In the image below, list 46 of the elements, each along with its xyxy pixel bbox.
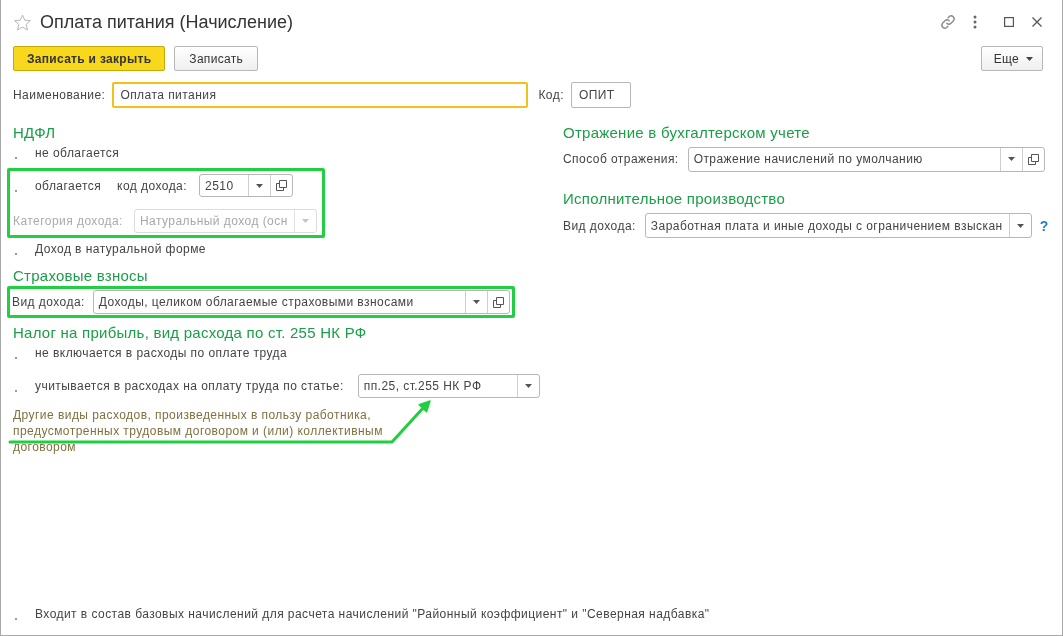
field-label: Наименование:	[13, 88, 106, 102]
option-label: не включается в расходы по оплате труда	[35, 346, 288, 360]
dropdown-field[interactable]: пп.25, ст.255 НК РФ	[357, 374, 540, 398]
field-label: Вид дохода:	[563, 218, 636, 233]
field-label: Способ отражения:	[563, 152, 679, 166]
input-field[interactable]: Оплата питания	[112, 82, 529, 108]
section-heading: Исполнительное производство	[563, 189, 786, 209]
field-label: Вид дохода:	[12, 295, 85, 309]
dropdown-field[interactable]: Доходы, целиком облагаемые страховыми взносами	[92, 290, 510, 314]
star-icon[interactable]	[14, 13, 31, 31]
caret-icon	[473, 300, 480, 304]
field-label: Код:	[538, 88, 564, 102]
overlap-squares-icon	[1028, 153, 1039, 165]
note-text: Другие виды расходов, произведенных в пользу работника, предусмотренных трудовым договором и (или) коллективным договором	[13, 407, 384, 455]
option-label: учитывается в расходах на оплату труда по статье:	[35, 379, 344, 393]
caret-icon	[256, 183, 264, 188]
field-label: код дохода:	[117, 178, 188, 193]
section-heading: Отражение в бухгалтерском учете	[563, 123, 811, 143]
dropdown-field[interactable]: 2510	[199, 174, 294, 197]
caret-icon	[524, 384, 532, 388]
help-link[interactable]: ?	[1039, 217, 1049, 234]
input-field[interactable]: ОПИТ	[570, 82, 631, 108]
field-label: Категория дохода:	[13, 214, 123, 228]
caret-icon	[1026, 56, 1033, 61]
save-button[interactable]: Записать	[174, 46, 258, 71]
overlap-squares-icon	[276, 180, 288, 191]
more-icon[interactable]	[973, 15, 977, 29]
caret-icon	[1008, 157, 1015, 161]
caret-icon	[301, 219, 309, 223]
save-and-close-button[interactable]: Записать и закрыть	[13, 46, 166, 71]
option-label: облагается	[35, 178, 102, 193]
section-heading: Налог на прибыль, вид расхода по ст. 255 НК РФ	[13, 323, 368, 343]
overlap-squares-icon	[493, 296, 504, 308]
section-heading: Страховые взносы	[13, 266, 149, 286]
checkbox-label: Доход в натуральной форме	[35, 242, 206, 256]
maximize-icon[interactable]	[1004, 17, 1014, 27]
more-button[interactable]: Еще	[980, 46, 1043, 71]
checkbox-label: Входит в состав базовых начислений для расчета начислений "Районный коэффициент" и "Северная надбавка"	[35, 607, 710, 621]
dropdown-field[interactable]: Отражение начислений по умолчанию	[687, 146, 1045, 172]
close-icon[interactable]	[1032, 17, 1042, 27]
window-title: Оплата питания (Начисление)	[40, 11, 294, 33]
section-heading: НДФЛ	[13, 123, 57, 143]
option-label: не облагается	[35, 146, 120, 160]
caret-icon	[1016, 223, 1024, 228]
link-icon[interactable]	[940, 14, 956, 30]
dropdown-field[interactable]: Заработная плата и иные доходы с ограничением взыскан	[644, 213, 1032, 238]
